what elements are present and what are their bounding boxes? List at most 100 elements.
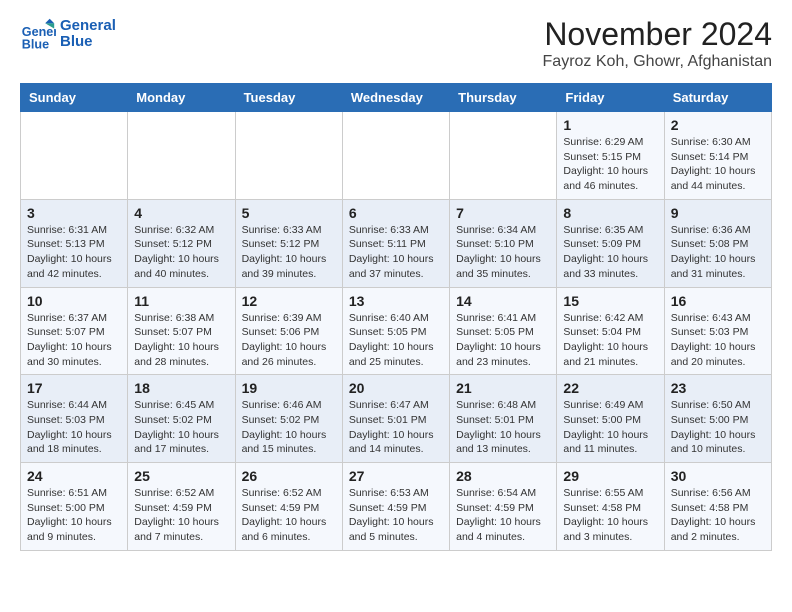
day-cell: 2 Sunrise: 6:30 AM Sunset: 5:14 PM Daylig…: [664, 112, 771, 200]
day-cell: [342, 112, 449, 200]
day-cell: 12 Sunrise: 6:39 AM Sunset: 5:06 PM Dayli…: [235, 287, 342, 375]
day-info: Sunrise: 6:52 AM Sunset: 4:59 PM Dayligh…: [242, 486, 336, 545]
day-cell: 19Sunrise: 6:46 AM Sunset: 5:02 PM Dayli…: [235, 375, 342, 463]
header-cell-monday: Monday: [128, 84, 235, 112]
week-row-0: 1Sunrise: 6:29 AM Sunset: 5:15 PM Daylig…: [21, 112, 772, 200]
day-info: Sunrise: 6:32 AM Sunset: 5:12 PM Dayligh…: [134, 223, 228, 282]
day-number: 12: [242, 293, 336, 309]
day-number: 25: [134, 468, 228, 484]
logo-line2: Blue: [60, 34, 116, 51]
day-number: 13: [349, 293, 443, 309]
logo-icon: General Blue: [20, 16, 56, 52]
day-info: Sunrise: 6:42 AM Sunset: 5:04 PM Dayligh…: [563, 311, 657, 370]
day-info: Sunrise: 6:52 AM Sunset: 4:59 PM Dayligh…: [134, 486, 228, 545]
day-cell: 14Sunrise: 6:41 AM Sunset: 5:05 PM Dayli…: [450, 287, 557, 375]
day-cell: 8 Sunrise: 6:35 AM Sunset: 5:09 PM Daylig…: [557, 199, 664, 287]
day-info: Sunrise: 6:53 AM Sunset: 4:59 PM Dayligh…: [349, 486, 443, 545]
week-row-2: 10Sunrise: 6:37 AM Sunset: 5:07 PM Dayli…: [21, 287, 772, 375]
day-info: Sunrise: 6:38 AM Sunset: 5:07 PM Dayligh…: [134, 311, 228, 370]
day-number: 11: [134, 293, 228, 309]
day-number: 29: [563, 468, 657, 484]
day-cell: 22 Sunrise: 6:49 AM Sunset: 5:00 PM Dayli…: [557, 375, 664, 463]
day-number: 15: [563, 293, 657, 309]
day-number: 7: [456, 205, 550, 221]
day-number: 8: [563, 205, 657, 221]
week-row-4: 24Sunrise: 6:51 AM Sunset: 5:00 PM Dayli…: [21, 463, 772, 551]
day-cell: 26Sunrise: 6:52 AM Sunset: 4:59 PM Dayli…: [235, 463, 342, 551]
header-cell-tuesday: Tuesday: [235, 84, 342, 112]
day-cell: 10Sunrise: 6:37 AM Sunset: 5:07 PM Dayli…: [21, 287, 128, 375]
day-info: Sunrise: 6:49 AM Sunset: 5:00 PM Dayligh…: [563, 398, 657, 457]
day-number: 22: [563, 380, 657, 396]
title-block: November 2024 Fayroz Koh, Ghowr, Afghani…: [543, 16, 772, 71]
day-info: Sunrise: 6:37 AM Sunset: 5:07 PM Dayligh…: [27, 311, 121, 370]
day-number: 5: [242, 205, 336, 221]
day-info: Sunrise: 6:39 AM Sunset: 5:06 PM Dayligh…: [242, 311, 336, 370]
header-cell-friday: Friday: [557, 84, 664, 112]
day-info: Sunrise: 6:47 AM Sunset: 5:01 PM Dayligh…: [349, 398, 443, 457]
day-info: Sunrise: 6:33 AM Sunset: 5:11 PM Dayligh…: [349, 223, 443, 282]
day-info: Sunrise: 6:50 AM Sunset: 5:00 PM Dayligh…: [671, 398, 765, 457]
day-cell: 9Sunrise: 6:36 AM Sunset: 5:08 PM Daylig…: [664, 199, 771, 287]
day-cell: 5 Sunrise: 6:33 AM Sunset: 5:12 PM Daylig…: [235, 199, 342, 287]
day-cell: 17 Sunrise: 6:44 AM Sunset: 5:03 PM Dayli…: [21, 375, 128, 463]
day-info: Sunrise: 6:30 AM Sunset: 5:14 PM Dayligh…: [671, 135, 765, 194]
day-cell: 16 Sunrise: 6:43 AM Sunset: 5:03 PM Dayli…: [664, 287, 771, 375]
page-container: General Blue General Blue November 2024 …: [0, 0, 792, 567]
day-number: 23: [671, 380, 765, 396]
day-number: 18: [134, 380, 228, 396]
calendar-body: 1Sunrise: 6:29 AM Sunset: 5:15 PM Daylig…: [21, 112, 772, 551]
day-cell: 21Sunrise: 6:48 AM Sunset: 5:01 PM Dayli…: [450, 375, 557, 463]
logo: General Blue General Blue: [20, 16, 116, 52]
day-info: Sunrise: 6:44 AM Sunset: 5:03 PM Dayligh…: [27, 398, 121, 457]
day-number: 19: [242, 380, 336, 396]
day-number: 24: [27, 468, 121, 484]
day-cell: 11 Sunrise: 6:38 AM Sunset: 5:07 PM Dayli…: [128, 287, 235, 375]
day-cell: [128, 112, 235, 200]
day-info: Sunrise: 6:35 AM Sunset: 5:09 PM Dayligh…: [563, 223, 657, 282]
day-info: Sunrise: 6:31 AM Sunset: 5:13 PM Dayligh…: [27, 223, 121, 282]
day-number: 6: [349, 205, 443, 221]
day-cell: 3 Sunrise: 6:31 AM Sunset: 5:13 PM Daylig…: [21, 199, 128, 287]
day-number: 16: [671, 293, 765, 309]
day-info: Sunrise: 6:40 AM Sunset: 5:05 PM Dayligh…: [349, 311, 443, 370]
day-number: 2: [671, 117, 765, 133]
day-number: 30: [671, 468, 765, 484]
day-number: 14: [456, 293, 550, 309]
day-number: 27: [349, 468, 443, 484]
day-number: 28: [456, 468, 550, 484]
day-cell: 24Sunrise: 6:51 AM Sunset: 5:00 PM Dayli…: [21, 463, 128, 551]
location: Fayroz Koh, Ghowr, Afghanistan: [543, 53, 772, 71]
day-number: 3: [27, 205, 121, 221]
week-row-3: 17 Sunrise: 6:44 AM Sunset: 5:03 PM Dayli…: [21, 375, 772, 463]
day-cell: 7Sunrise: 6:34 AM Sunset: 5:10 PM Daylig…: [450, 199, 557, 287]
header-cell-saturday: Saturday: [664, 84, 771, 112]
header-row: SundayMondayTuesdayWednesdayThursdayFrid…: [21, 84, 772, 112]
day-cell: 1Sunrise: 6:29 AM Sunset: 5:15 PM Daylig…: [557, 112, 664, 200]
day-cell: [235, 112, 342, 200]
day-cell: 27 Sunrise: 6:53 AM Sunset: 4:59 PM Dayli…: [342, 463, 449, 551]
calendar-header: SundayMondayTuesdayWednesdayThursdayFrid…: [21, 84, 772, 112]
day-cell: 20 Sunrise: 6:47 AM Sunset: 5:01 PM Dayli…: [342, 375, 449, 463]
day-info: Sunrise: 6:36 AM Sunset: 5:08 PM Dayligh…: [671, 223, 765, 282]
week-row-1: 3 Sunrise: 6:31 AM Sunset: 5:13 PM Daylig…: [21, 199, 772, 287]
day-cell: [450, 112, 557, 200]
day-number: 17: [27, 380, 121, 396]
day-info: Sunrise: 6:43 AM Sunset: 5:03 PM Dayligh…: [671, 311, 765, 370]
calendar-table: SundayMondayTuesdayWednesdayThursdayFrid…: [20, 83, 772, 551]
day-cell: 25 Sunrise: 6:52 AM Sunset: 4:59 PM Dayli…: [128, 463, 235, 551]
day-number: 20: [349, 380, 443, 396]
header-cell-wednesday: Wednesday: [342, 84, 449, 112]
day-cell: 6 Sunrise: 6:33 AM Sunset: 5:11 PM Daylig…: [342, 199, 449, 287]
day-cell: 30Sunrise: 6:56 AM Sunset: 4:58 PM Dayli…: [664, 463, 771, 551]
day-info: Sunrise: 6:33 AM Sunset: 5:12 PM Dayligh…: [242, 223, 336, 282]
day-cell: 28 Sunrise: 6:54 AM Sunset: 4:59 PM Dayli…: [450, 463, 557, 551]
day-info: Sunrise: 6:55 AM Sunset: 4:58 PM Dayligh…: [563, 486, 657, 545]
day-info: Sunrise: 6:45 AM Sunset: 5:02 PM Dayligh…: [134, 398, 228, 457]
header-cell-sunday: Sunday: [21, 84, 128, 112]
day-cell: [21, 112, 128, 200]
day-info: Sunrise: 6:54 AM Sunset: 4:59 PM Dayligh…: [456, 486, 550, 545]
day-number: 4: [134, 205, 228, 221]
day-info: Sunrise: 6:48 AM Sunset: 5:01 PM Dayligh…: [456, 398, 550, 457]
day-cell: 23 Sunrise: 6:50 AM Sunset: 5:00 PM Dayli…: [664, 375, 771, 463]
